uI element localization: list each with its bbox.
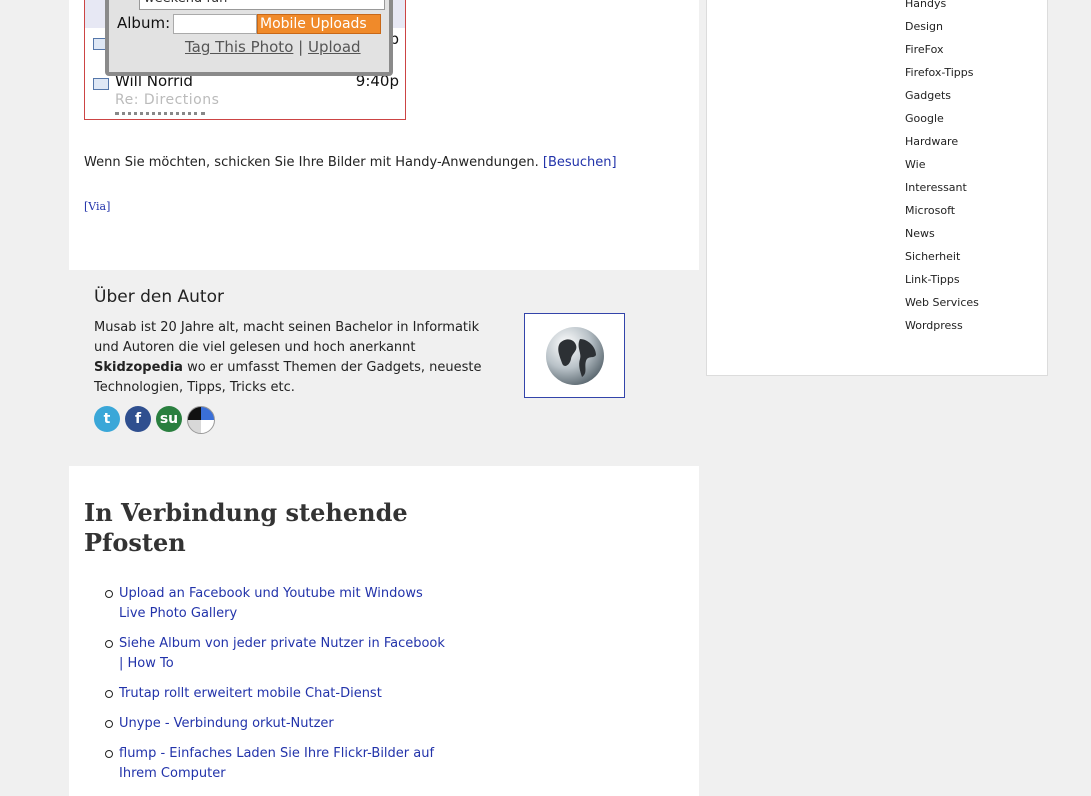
phone-tag-link: Tag This Photo xyxy=(185,38,294,56)
related-link[interactable]: Trutap rollt erweitert mobile Chat-Diens… xyxy=(119,686,382,701)
category-item[interactable]: Interessant xyxy=(905,176,979,199)
related-list: Upload an Facebook und Youtube mit Windo… xyxy=(99,584,449,794)
besuchen-link[interactable]: [Besuchen] xyxy=(543,155,617,170)
main-column: 0p Will Norrid 9:40p Re: Directions week… xyxy=(69,0,699,796)
author-site-name: Skidzopedia xyxy=(94,360,183,375)
category-item[interactable]: Sicherheit xyxy=(905,245,979,268)
besuchen-paragraph: Wenn Sie möchten, schicken Sie Ihre Bild… xyxy=(84,155,617,170)
category-item[interactable]: Design xyxy=(905,15,979,38)
stumbleupon-icon[interactable]: su xyxy=(156,406,182,432)
phone-upload-dialog: weekend fun Album: Mobile Uploads Tag Th… xyxy=(105,0,393,76)
author-box: Über den Autor Musab ist 20 Jahre alt, m… xyxy=(69,270,699,466)
phone-upload-link: Upload xyxy=(308,38,361,56)
related-heading: In Verbindung stehende Pfosten xyxy=(84,498,408,557)
sidebar: Handys Design FireFox Firefox-Tipps Gadg… xyxy=(706,0,1048,376)
phone-caption-field: weekend fun xyxy=(139,0,385,10)
category-item[interactable]: Link-Tipps xyxy=(905,268,979,291)
category-item[interactable]: Hardware xyxy=(905,130,979,153)
category-item[interactable]: Gadgets xyxy=(905,84,979,107)
list-item: flump - Einfaches Laden Sie Ihre Flickr-… xyxy=(105,744,449,784)
list-item: Upload an Facebook und Youtube mit Windo… xyxy=(105,584,449,624)
envelope-open-icon xyxy=(93,78,109,90)
category-item[interactable]: Wordpress xyxy=(905,314,979,337)
phone-separator: | xyxy=(298,38,304,56)
phone-album-input xyxy=(173,14,257,34)
category-item[interactable]: Google xyxy=(905,107,979,130)
phone-screenshot-image: 0p Will Norrid 9:40p Re: Directions week… xyxy=(84,0,406,120)
list-item: Unype - Verbindung orkut-Nutzer xyxy=(105,714,449,734)
list-item: Trutap rollt erweitert mobile Chat-Diens… xyxy=(105,684,449,704)
globe-icon xyxy=(545,326,604,385)
phone-cut-line xyxy=(115,112,205,119)
social-links: t f su xyxy=(94,406,215,434)
category-item[interactable]: Web Services xyxy=(905,291,979,314)
phone-album-value: Mobile Uploads xyxy=(257,14,381,34)
list-item: Siehe Album von jeder private Nutzer in … xyxy=(105,634,449,674)
category-item[interactable]: FireFox xyxy=(905,38,979,61)
category-item[interactable]: Handys xyxy=(905,0,979,15)
phone-message-subject: Re: Directions xyxy=(115,92,220,108)
phone-dialog-actions: Tag This Photo | Upload xyxy=(185,38,361,56)
author-avatar xyxy=(524,313,625,398)
author-heading: Über den Autor xyxy=(94,287,224,307)
related-link[interactable]: Siehe Album von jeder private Nutzer in … xyxy=(119,636,445,671)
phone-album-label: Album: xyxy=(117,14,171,32)
facebook-icon[interactable]: f xyxy=(125,406,151,432)
category-item[interactable]: Wie xyxy=(905,153,979,176)
related-link[interactable]: Upload an Facebook und Youtube mit Windo… xyxy=(119,586,423,621)
author-bio-part1: Musab ist 20 Jahre alt, macht seinen Bac… xyxy=(94,320,480,355)
author-bio: Musab ist 20 Jahre alt, macht seinen Bac… xyxy=(94,318,484,398)
related-link[interactable]: flump - Einfaches Laden Sie Ihre Flickr-… xyxy=(119,746,434,781)
category-item[interactable]: Firefox-Tipps xyxy=(905,61,979,84)
delicious-icon[interactable] xyxy=(187,406,215,434)
twitter-icon[interactable]: t xyxy=(94,406,120,432)
category-list: Handys Design FireFox Firefox-Tipps Gadg… xyxy=(905,0,979,337)
besuchen-text: Wenn Sie möchten, schicken Sie Ihre Bild… xyxy=(84,155,539,170)
related-posts: In Verbindung stehende Pfosten Upload an… xyxy=(69,466,699,796)
post-content: 0p Will Norrid 9:40p Re: Directions week… xyxy=(69,0,699,270)
category-item[interactable]: Microsoft xyxy=(905,199,979,222)
via-link[interactable]: [Via] xyxy=(84,200,110,213)
related-link[interactable]: Unype - Verbindung orkut-Nutzer xyxy=(119,716,334,731)
category-item[interactable]: News xyxy=(905,222,979,245)
